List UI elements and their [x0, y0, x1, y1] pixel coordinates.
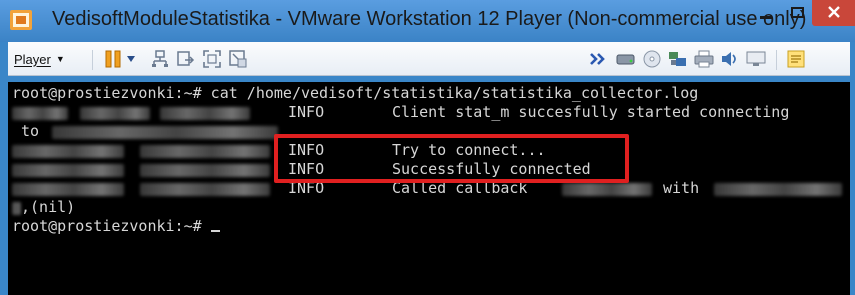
more-icon[interactable] [588, 49, 608, 69]
notes-icon[interactable] [786, 49, 806, 69]
vmware-player-window: VedisoftModuleStatistika - VMware Workst… [0, 0, 855, 295]
text-cursor [210, 230, 220, 232]
display-icon[interactable] [746, 49, 766, 69]
blurred-text [562, 183, 652, 196]
console-command-line: root@prostiezvonki:~# cat /home/vedisoft… [12, 84, 699, 102]
maximize-icon [791, 4, 805, 23]
console-prompt: root@prostiezvonki:~# [12, 217, 211, 235]
dropdown-icon[interactable] [125, 49, 137, 69]
blurred-text [52, 126, 278, 139]
maximize-button[interactable] [784, 0, 812, 26]
log-message: with [663, 179, 700, 197]
chevron-down-icon: ▼ [55, 54, 65, 64]
blurred-text [12, 145, 124, 158]
log-continuation: ,(nil) [21, 198, 76, 216]
blurred-text [12, 183, 124, 196]
hard-disk-icon[interactable] [616, 49, 636, 69]
blurred-text [12, 202, 21, 215]
blurred-text [140, 164, 270, 177]
window-title: VedisoftModuleStatistika - VMware Workst… [52, 8, 807, 30]
blurred-text [140, 145, 270, 158]
close-button[interactable] [812, 0, 855, 26]
blurred-text [140, 183, 270, 196]
minimize-button[interactable] [752, 0, 782, 26]
blurred-text [80, 107, 150, 120]
vm-console-screen[interactable]: root@prostiezvonki:~# cat /home/vedisoft… [8, 82, 850, 295]
log-level: INFO [288, 103, 325, 121]
log-message: Client stat_m succesfully started connec… [392, 103, 790, 121]
sound-icon[interactable] [720, 49, 740, 69]
console-line: root@prostiezvonki:~# cat /home/vedisoft… [12, 84, 698, 103]
player-menu-label: Player [14, 51, 51, 67]
toolbar-separator [92, 50, 93, 70]
blurred-text [12, 107, 68, 120]
toolbar-separator [776, 50, 777, 70]
blurred-text [12, 164, 124, 177]
network-adapter-icon[interactable] [668, 49, 688, 69]
player-toolbar: Player ▼ [8, 42, 850, 76]
log-continuation: to [12, 122, 40, 140]
highlight-box [274, 134, 629, 183]
title-bar[interactable]: VedisoftModuleStatistika - VMware Workst… [0, 0, 855, 42]
unity-icon[interactable] [228, 49, 248, 69]
printer-icon[interactable] [694, 49, 714, 69]
blurred-text [160, 107, 250, 120]
cd-icon[interactable] [642, 49, 662, 69]
pause-icon[interactable] [103, 49, 123, 69]
fullscreen-icon[interactable] [202, 49, 222, 69]
blurred-text [714, 183, 842, 196]
player-menu-button[interactable]: Player ▼ [14, 48, 65, 70]
console-prompt-line: root@prostiezvonki:~# [12, 217, 220, 236]
network-icon[interactable] [150, 49, 170, 69]
vmware-player-icon[interactable] [10, 10, 32, 30]
minimize-icon [760, 4, 774, 23]
close-icon [827, 4, 841, 23]
vm-send-icon[interactable] [176, 49, 196, 69]
